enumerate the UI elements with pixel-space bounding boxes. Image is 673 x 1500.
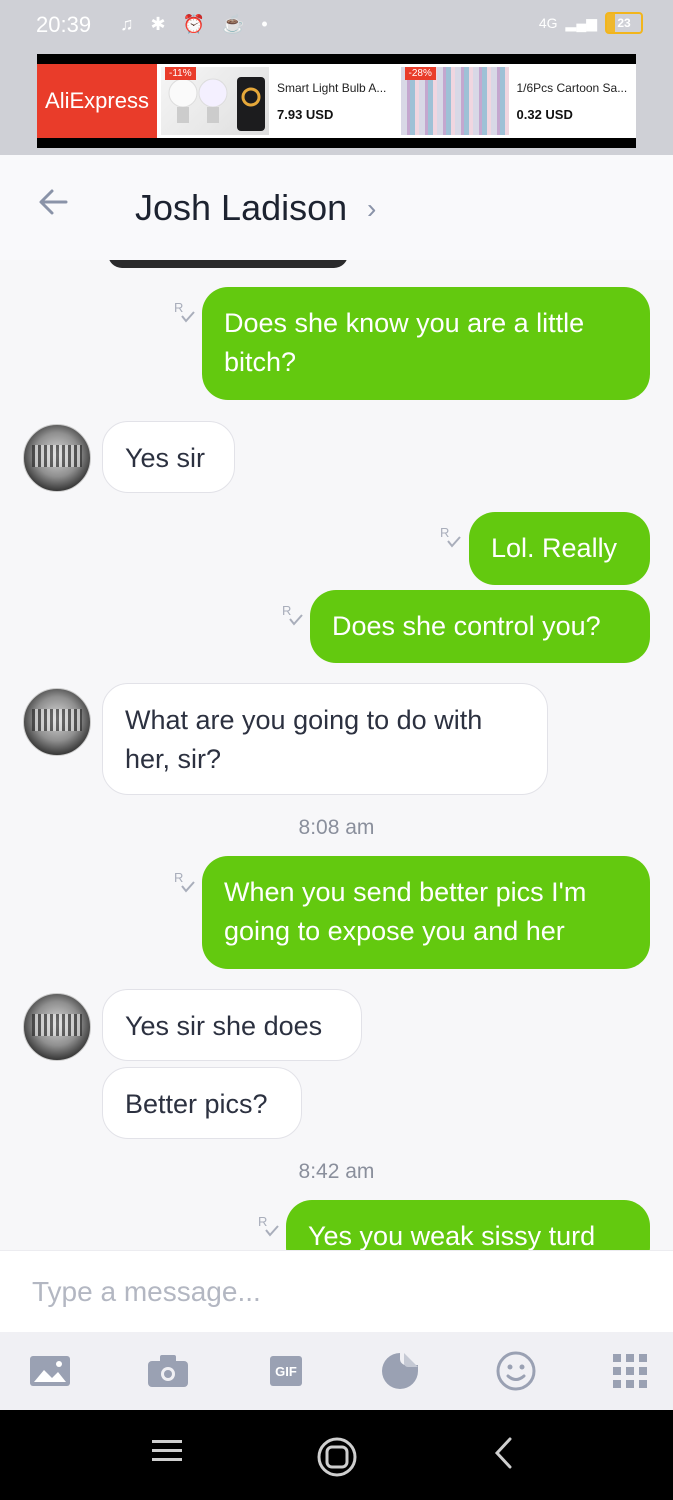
message-bubble-outgoing[interactable]: Does she control you? [310,590,650,663]
status-time: 20:39 [36,12,92,37]
message-text: Does she know you are a little [224,308,585,338]
message-bubble-incoming[interactable]: Better pics? [102,1067,302,1139]
contact-avatar[interactable] [23,424,91,492]
aliexpress-logo[interactable]: AliExpress [37,64,157,138]
message-text: When you send better pics I'm [224,877,587,907]
sticker-icon[interactable] [380,1351,420,1391]
read-receipt-icon: R [282,603,304,629]
network-icon: 4G [538,15,558,31]
pens-thumbnail: -28% [400,67,509,135]
svg-text:R: R [258,1214,267,1229]
ad-product-price: 0.32 USD [516,106,573,122]
gif-label: GIF [270,1356,302,1386]
message-text: Yes you weak sissy turd [308,1221,596,1250]
discount-badge: -28% [404,67,436,80]
message-bubble-incoming[interactable]: What are you going to do with her, sir? [102,683,548,795]
message-text: Yes sir she does [125,1011,323,1041]
message-text: going to expose you and her [224,916,565,946]
status-right: 4G ▂▄▆ 23 [539,12,643,34]
message-text: Does she control you? [332,611,601,641]
status-bar: 20:39 ♫ ✱ ⏰ ☕ • 4G ▂▄▆ 23 [0,0,673,52]
message-bubble-outgoing[interactable]: Does she know you are a little bitch? [202,287,650,400]
battery-icon: 23 [605,12,643,34]
composer [0,1250,673,1333]
chat-header: Josh Ladison › [0,155,673,261]
message-text: bitch? [224,347,297,377]
signal-icon: ▂▄▆ [565,14,597,31]
message-bubble-outgoing[interactable]: When you send better pics I'm going to e… [202,856,650,969]
message-timestamp: 8:42 am [298,1160,375,1183]
light-bulb-thumbnail: -11% [161,67,269,135]
svg-text:R: R [282,603,291,618]
ad-product-1[interactable]: -11% Smart Light Bulb A... 7.93 USD [157,64,397,138]
image-message-peek[interactable] [108,260,348,268]
ad-product-title: Smart Light Bulb A... [277,80,387,95]
read-receipt-icon: R [174,870,196,896]
message-text: What are you going to do with [125,705,483,735]
svg-text:R: R [174,870,183,885]
message-timestamp: 8:08 am [298,816,375,839]
ad-product-title: 1/6Pcs Cartoon Sa... [516,80,628,95]
attachment-toolbar: GIF [0,1332,673,1410]
message-text: Yes sir [125,443,206,473]
ad-product-price: 7.93 USD [277,106,334,122]
gif-icon[interactable]: GIF [266,1351,306,1391]
back-icon[interactable] [492,1436,532,1476]
message-bubble-incoming[interactable]: Yes sir she does [102,989,362,1061]
message-text: Lol. Really [491,533,618,563]
chat-area[interactable]: R Does she know you are a little bitch? … [0,260,673,1250]
contact-name[interactable]: Josh Ladison [135,187,347,229]
back-arrow-icon[interactable] [36,185,70,219]
emoji-icon[interactable] [496,1351,536,1391]
ad-product-2[interactable]: -28% 1/6Pcs Cartoon Sa... 0.32 USD [397,64,637,138]
message-text: Better pics? [125,1089,268,1119]
contact-avatar[interactable] [23,688,91,756]
message-bubble-outgoing[interactable]: Lol. Really [469,512,650,585]
discount-badge: -11% [165,67,196,80]
read-receipt-icon: R [440,525,462,551]
read-receipt-icon: R [258,1214,280,1240]
svg-text:R: R [440,525,449,540]
more-apps-grid-icon[interactable] [610,1351,650,1391]
gallery-icon[interactable] [30,1351,70,1391]
camera-icon[interactable] [148,1351,188,1391]
status-notification-icons: ♫ ✱ ⏰ ☕ • [120,14,274,34]
menu-icon[interactable] [150,1436,190,1476]
home-icon[interactable] [316,1436,357,1477]
battery-level: 23 [617,16,631,30]
system-nav-bar [0,1410,673,1500]
read-receipt-icon: R [174,300,196,326]
message-bubble-incoming[interactable]: Yes sir [102,421,235,493]
message-bubble-outgoing[interactable]: Yes you weak sissy turd [286,1200,650,1250]
message-text: her, sir? [125,744,222,774]
message-input[interactable] [30,1269,634,1315]
contact-avatar[interactable] [23,993,91,1061]
chevron-right-icon[interactable]: › [367,193,376,225]
ad-banner[interactable]: AliExpress -11% Smart Light Bulb A... 7.… [0,52,673,155]
svg-text:R: R [174,300,183,315]
